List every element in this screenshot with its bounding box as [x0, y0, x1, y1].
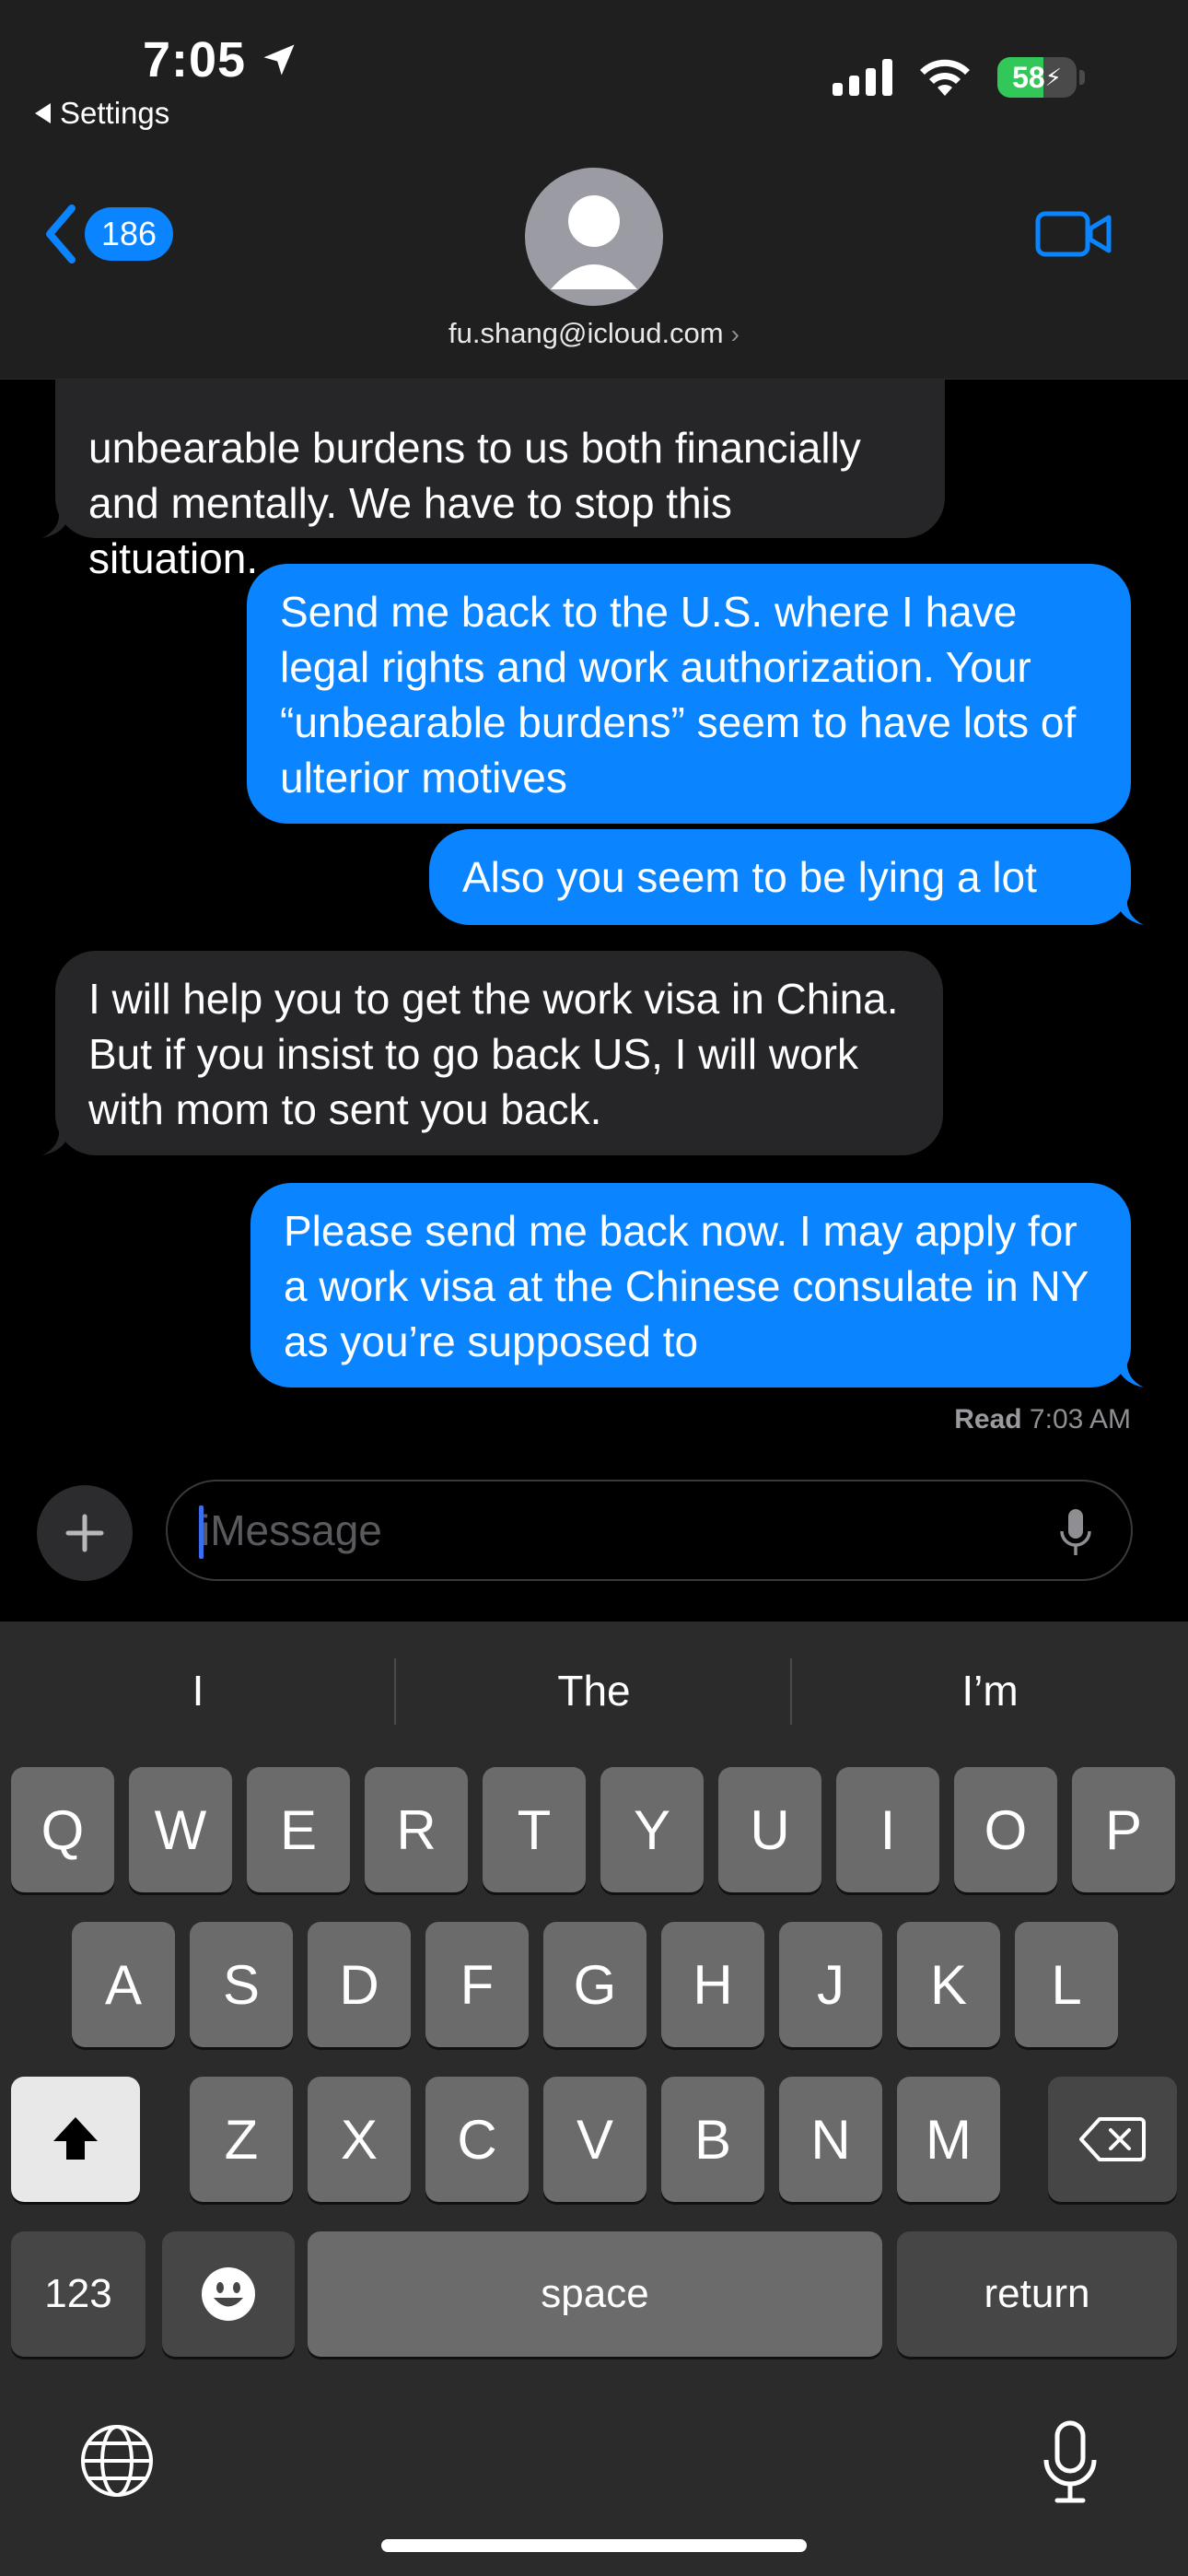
chevron-right-icon: › — [730, 320, 740, 348]
key-i[interactable]: I — [836, 1767, 939, 1892]
key-v[interactable]: V — [543, 2077, 646, 2202]
battery-percent: 58 — [1012, 60, 1045, 94]
home-indicator[interactable] — [381, 2539, 807, 2552]
emoji-key[interactable] — [162, 2231, 295, 2357]
contact-name[interactable]: fu.shang@icloud.com › — [0, 317, 1188, 350]
chevron-left-icon — [46, 205, 76, 263]
key-x[interactable]: X — [308, 2077, 411, 2202]
key-a[interactable]: A — [72, 1922, 175, 2047]
conversation-header: 7:05 Settings 58 ⚡ 186 fu.shang@icloud.c… — [0, 0, 1188, 380]
read-label: Read — [954, 1404, 1022, 1434]
bubble-tail — [1116, 1360, 1144, 1388]
back-triangle-icon — [35, 103, 51, 123]
message-text: Please send me back now. I may apply for… — [284, 1207, 1089, 1365]
contact-avatar[interactable] — [525, 168, 663, 306]
status-time: 7:05 — [143, 31, 299, 88]
key-c[interactable]: C — [425, 2077, 529, 2202]
message-text: unbearable burdens to us both financiall… — [88, 424, 861, 582]
conversations-back-button[interactable]: 186 — [42, 205, 174, 263]
key-g[interactable]: G — [543, 1922, 646, 2047]
key-m[interactable]: M — [897, 2077, 1000, 2202]
back-to-settings[interactable]: Settings — [35, 96, 169, 131]
back-app-label: Settings — [60, 96, 170, 130]
read-time: 7:03 AM — [1029, 1404, 1131, 1434]
key-d[interactable]: D — [308, 1922, 411, 2047]
dictation-mic-icon[interactable] — [1041, 2419, 1100, 2504]
suggestion-3[interactable]: I’m — [792, 1622, 1188, 1760]
shift-arrow-icon — [53, 2117, 98, 2160]
unread-count-badge: 186 — [85, 207, 174, 261]
key-j[interactable]: J — [779, 1922, 882, 2047]
key-u[interactable]: U — [718, 1767, 821, 1892]
message-input[interactable]: iMessage — [166, 1480, 1133, 1581]
wifi-icon — [920, 59, 970, 96]
message-text: Send me back to the U.S. where I have le… — [280, 588, 1077, 802]
message-outgoing[interactable]: Send me back to the U.S. where I have le… — [247, 564, 1131, 824]
bubble-tail — [1116, 897, 1144, 925]
location-arrow-icon — [263, 44, 295, 76]
numbers-key[interactable]: 123 — [11, 2231, 146, 2357]
key-s[interactable]: S — [190, 1922, 293, 2047]
battery-indicator: 58 ⚡ — [997, 57, 1085, 98]
cellular-signal-icon — [833, 59, 892, 96]
globe-icon[interactable] — [79, 2423, 155, 2499]
read-receipt: Read 7:03 AM — [954, 1404, 1131, 1435]
person-icon — [551, 195, 637, 289]
shift-key[interactable] — [11, 2077, 140, 2202]
message-outgoing[interactable]: Also you seem to be lying a lot — [429, 829, 1144, 925]
key-f[interactable]: F — [425, 1922, 529, 2047]
suggestion-2[interactable]: The — [396, 1622, 792, 1760]
key-z[interactable]: Z — [190, 2077, 293, 2202]
message-text: Also you seem to be lying a lot — [462, 853, 1037, 901]
key-t[interactable]: T — [483, 1767, 586, 1892]
key-q[interactable]: Q — [11, 1767, 114, 1892]
emoji-face-icon — [202, 2267, 255, 2321]
return-key[interactable]: return — [897, 2231, 1177, 2357]
keyboard: I The I’m QWERTYUIOP ASDFGHJKL ZXCVBNM 1… — [0, 1622, 1188, 2576]
key-o[interactable]: O — [954, 1767, 1057, 1892]
key-n[interactable]: N — [779, 2077, 882, 2202]
key-l[interactable]: L — [1015, 1922, 1118, 2047]
key-e[interactable]: E — [247, 1767, 350, 1892]
key-h[interactable]: H — [661, 1922, 764, 2047]
key-r[interactable]: R — [365, 1767, 468, 1892]
status-icons: 58 ⚡ — [833, 57, 1085, 98]
key-k[interactable]: K — [897, 1922, 1000, 2047]
key-p[interactable]: P — [1072, 1767, 1175, 1892]
delete-key[interactable] — [1048, 2077, 1177, 2202]
time-text: 7:05 — [143, 32, 247, 88]
bubble-tail — [42, 1128, 70, 1155]
text-caret — [199, 1505, 204, 1559]
video-call-icon[interactable] — [1035, 208, 1112, 260]
message-incoming[interactable]: I will help you to get the work visa in … — [42, 951, 943, 1155]
contact-address: fu.shang@icloud.com — [448, 317, 724, 349]
apps-plus-button[interactable] — [37, 1485, 133, 1581]
suggestion-1[interactable]: I — [0, 1622, 396, 1760]
space-key[interactable]: space — [308, 2231, 882, 2357]
message-placeholder: iMessage — [201, 1506, 382, 1554]
dictation-mic-icon[interactable] — [1057, 1507, 1094, 1559]
key-y[interactable]: Y — [600, 1767, 704, 1892]
key-w[interactable]: W — [129, 1767, 232, 1892]
message-outgoing[interactable]: Please send me back now. I may apply for… — [250, 1183, 1144, 1388]
message-text: I will help you to get the work visa in … — [88, 975, 899, 1133]
key-b[interactable]: B — [661, 2077, 764, 2202]
plus-icon — [65, 1514, 104, 1552]
backspace-icon — [1079, 2117, 1146, 2161]
bubble-tail — [42, 510, 70, 538]
